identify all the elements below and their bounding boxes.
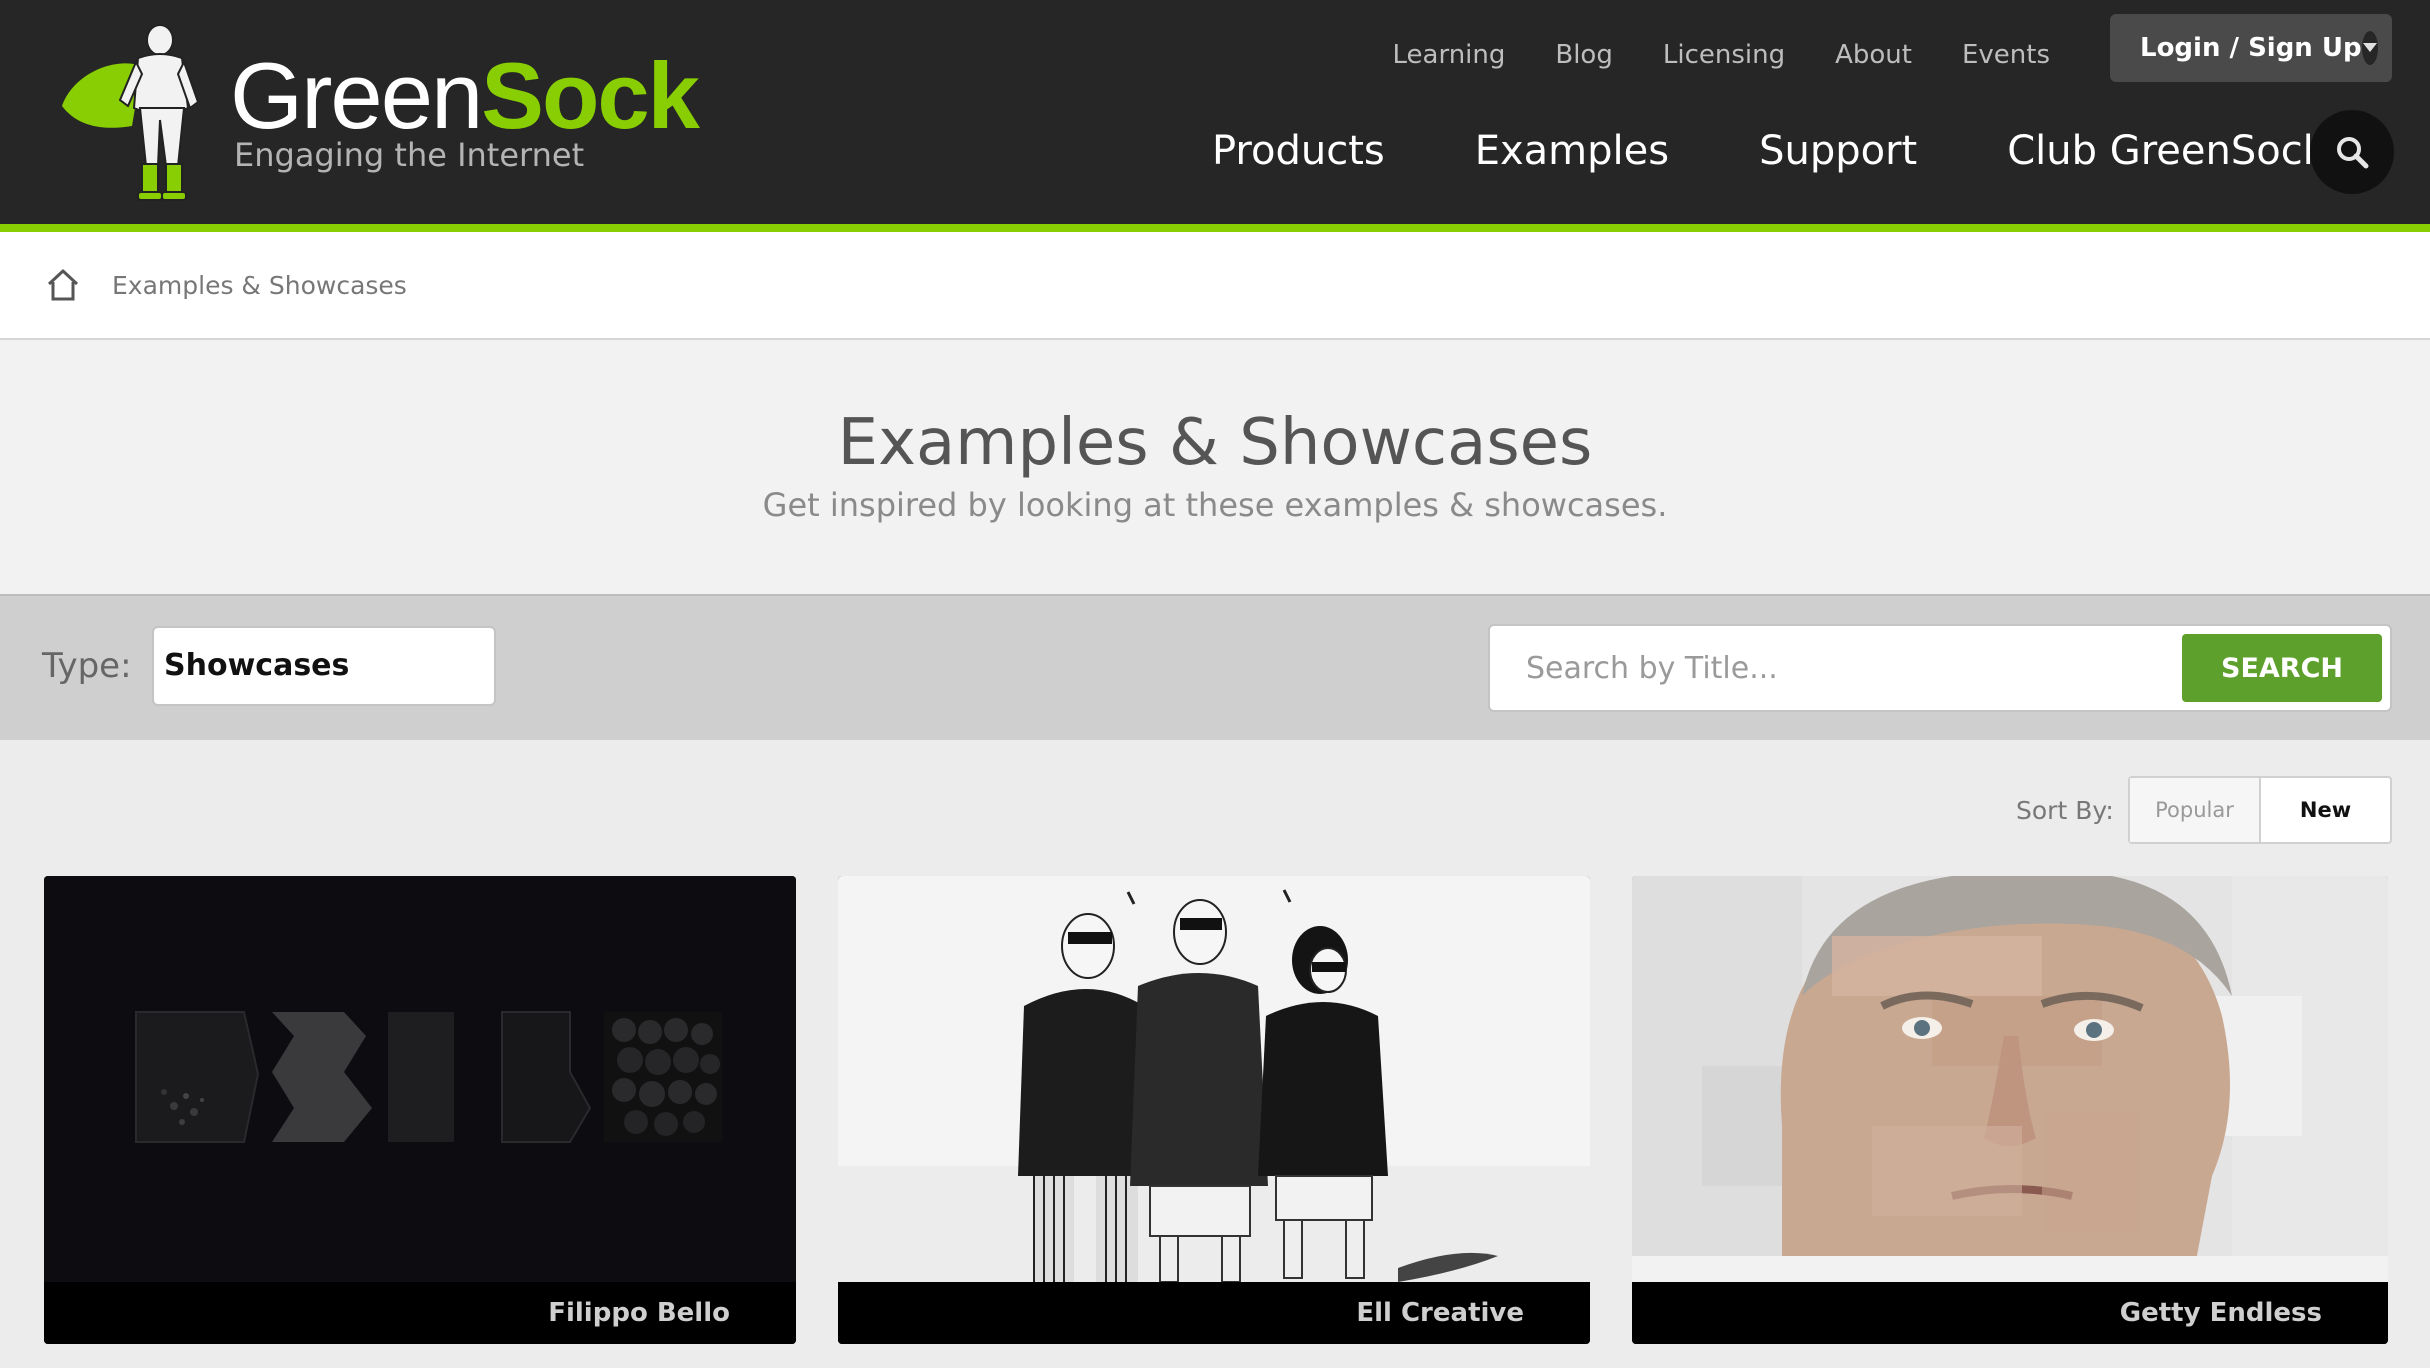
showcase-card[interactable]: Getty Endless [1632, 876, 2388, 1344]
showcase-card[interactable]: Ell Creative [838, 876, 1590, 1344]
mainnav-products[interactable]: Products [1212, 128, 1385, 174]
logo-name-accent: Sock [481, 43, 700, 148]
breadcrumb: Examples & Showcases [0, 232, 2430, 340]
topnav-blog[interactable]: Blog [1555, 40, 1612, 70]
topnav-about[interactable]: About [1835, 40, 1912, 70]
sort-new-button[interactable]: New [2261, 778, 2390, 842]
mainnav-examples[interactable]: Examples [1475, 128, 1669, 174]
showcase-thumbnail [44, 876, 796, 1282]
main-nav: Products Examples Support Club GreenSock [1212, 128, 2326, 174]
mainnav-club-greensock[interactable]: Club GreenSock [2007, 128, 2326, 174]
sort-popular-button[interactable]: Popular [2130, 778, 2261, 842]
breadcrumb-current[interactable]: Examples & Showcases [112, 271, 407, 300]
top-nav: Learning Blog Licensing About Events [1393, 40, 2051, 70]
login-signup-button[interactable]: Login / Sign Up [2110, 14, 2392, 82]
search-icon [2337, 137, 2369, 169]
page-hero: Examples & Showcases Get inspired by loo… [0, 340, 2430, 594]
logo-wordmark: GreenSock [230, 43, 700, 148]
topnav-licensing[interactable]: Licensing [1663, 40, 1785, 70]
greensock-logo[interactable]: GreenSock Engaging the Internet [42, 16, 700, 206]
search-button[interactable]: SEARCH [2182, 634, 2382, 702]
showcase-thumbnail [838, 876, 1590, 1282]
type-select[interactable]: Showcases [152, 626, 496, 706]
home-icon[interactable] [44, 266, 82, 304]
mainnav-support[interactable]: Support [1759, 128, 1917, 174]
showcase-thumbnail [1632, 876, 2388, 1282]
showcase-card-caption: Getty Endless [1632, 1282, 2388, 1344]
showcase-card[interactable]: Filippo Bello [44, 876, 796, 1344]
page-title: Examples & Showcases [837, 406, 1593, 480]
page-subtitle: Get inspired by looking at these example… [762, 486, 1668, 524]
superhero-mascot-icon [62, 24, 200, 201]
logo-name-main: Green [230, 43, 483, 148]
site-search-button[interactable] [2310, 110, 2394, 194]
filter-bar: Type: Showcases SEARCH [0, 594, 2430, 740]
topnav-events[interactable]: Events [1962, 40, 2050, 70]
showcase-card-caption: Ell Creative [838, 1282, 1590, 1344]
topnav-learning[interactable]: Learning [1393, 40, 1506, 70]
showcase-card-caption: Filippo Bello [44, 1282, 796, 1344]
search-input[interactable] [1526, 626, 2146, 710]
logo-tagline: Engaging the Internet [234, 136, 585, 174]
type-label: Type: [42, 646, 132, 686]
sort-toggle: Popular New [2128, 776, 2392, 844]
sort-label: Sort By: [2016, 796, 2114, 825]
chevron-down-icon [2361, 31, 2378, 65]
site-header: GreenSock Engaging the Internet Learning… [0, 0, 2430, 232]
search-box: SEARCH [1488, 624, 2392, 712]
login-signup-label: Login / Sign Up [2140, 33, 2362, 63]
